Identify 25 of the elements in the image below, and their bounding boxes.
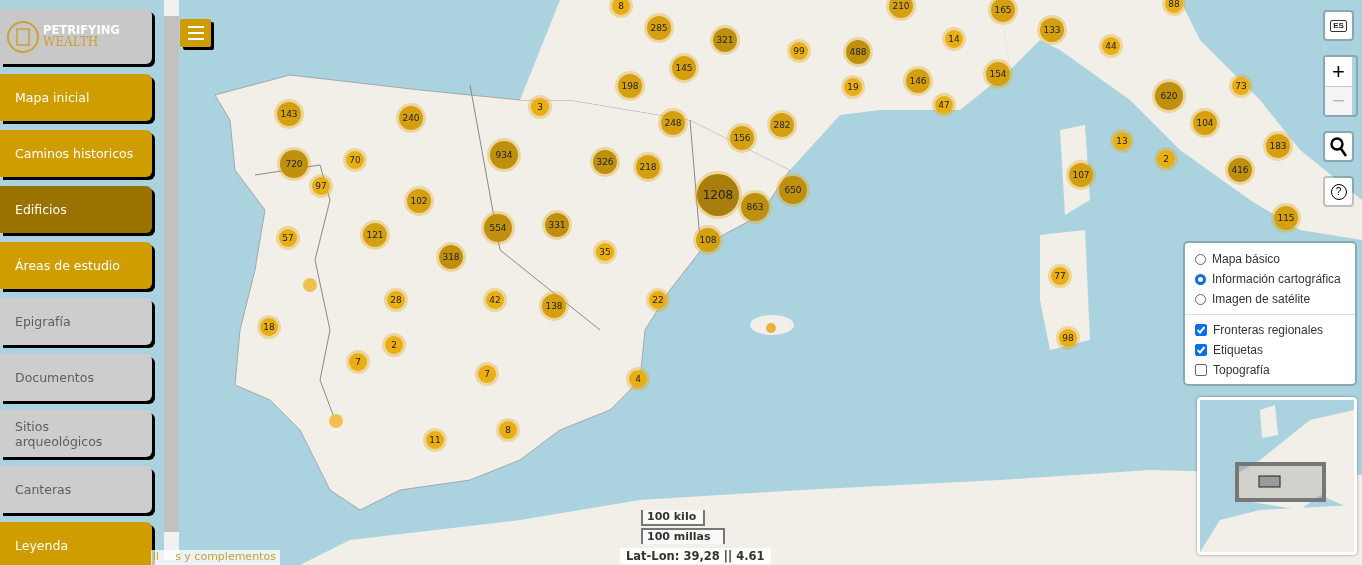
coordinates-readout: Lat-Lon: 39,28 || 4.61 bbox=[620, 548, 771, 564]
radio-option[interactable]: Imagen de satélite bbox=[1195, 289, 1349, 309]
sidebar-item[interactable]: Sitios arqueológicos bbox=[0, 410, 152, 457]
cluster-marker[interactable]: 210 bbox=[889, 0, 913, 18]
scale-bar: 100 kilo bbox=[641, 510, 705, 526]
radio-option[interactable]: Mapa básico bbox=[1195, 249, 1349, 269]
search-icon bbox=[1328, 135, 1349, 158]
checkbox-option[interactable]: Etiquetas bbox=[1195, 340, 1349, 360]
sidebar-item[interactable]: Documentos bbox=[0, 354, 152, 401]
menu-icon bbox=[187, 26, 204, 40]
menu-button[interactable] bbox=[180, 19, 211, 47]
attribution-text: ll bbox=[153, 550, 160, 565]
scale-bar: 100 millas bbox=[641, 528, 725, 544]
sidebar-item[interactable]: Canteras bbox=[0, 466, 152, 513]
emblem-icon bbox=[6, 19, 40, 54]
help-button[interactable]: ? bbox=[1323, 176, 1354, 207]
sidebar-item[interactable]: Epigrafía bbox=[0, 298, 152, 345]
zoom-in-button[interactable]: + bbox=[1325, 57, 1352, 86]
language-button[interactable]: ES bbox=[1323, 10, 1354, 41]
checkbox-option[interactable]: Fronteras regionales bbox=[1195, 320, 1349, 340]
search-button[interactable] bbox=[1323, 131, 1354, 162]
radio-option[interactable]: Información cartográfica bbox=[1195, 269, 1349, 289]
logo-subtitle: WEALTH bbox=[43, 36, 100, 49]
sidebar-item[interactable]: Edificios bbox=[0, 186, 152, 233]
checkbox-option[interactable]: Topografía bbox=[1195, 360, 1349, 380]
